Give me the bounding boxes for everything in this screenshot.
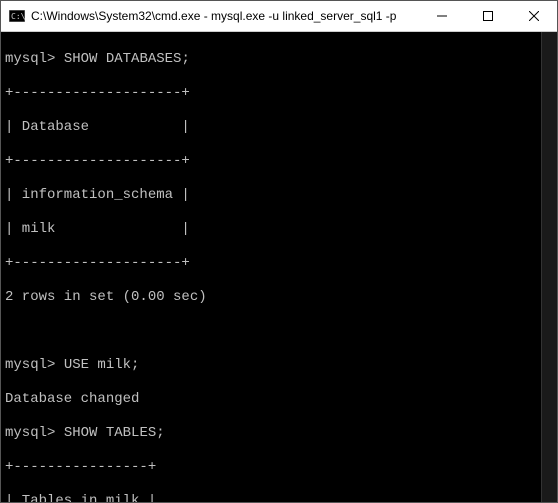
terminal-line: mysql> SHOW DATABASES; [5, 51, 553, 68]
maximize-button[interactable] [465, 1, 511, 31]
terminal-line: +----------------+ [5, 459, 553, 476]
window-controls [419, 1, 557, 31]
cmd-window: C:\ C:\Windows\System32\cmd.exe - mysql.… [0, 0, 558, 503]
titlebar[interactable]: C:\ C:\Windows\System32\cmd.exe - mysql.… [1, 1, 557, 32]
close-button[interactable] [511, 1, 557, 31]
terminal-line [5, 323, 553, 340]
terminal-line: | milk | [5, 221, 553, 238]
window-title: C:\Windows\System32\cmd.exe - mysql.exe … [31, 9, 419, 23]
minimize-button[interactable] [419, 1, 465, 31]
cmd-icon: C:\ [9, 8, 25, 24]
terminal-line: | Tables_in_milk | [5, 493, 553, 502]
terminal-line: | Database | [5, 119, 553, 136]
terminal-line: Database changed [5, 391, 553, 408]
terminal-line: +--------------------+ [5, 85, 553, 102]
terminal-line: +--------------------+ [5, 153, 553, 170]
terminal-line: | information_schema | [5, 187, 553, 204]
terminal-line: +--------------------+ [5, 255, 553, 272]
terminal-line: 2 rows in set (0.00 sec) [5, 289, 553, 306]
scrollbar[interactable] [541, 32, 557, 502]
terminal-line: mysql> USE milk; [5, 357, 553, 374]
terminal-area[interactable]: mysql> SHOW DATABASES; +----------------… [1, 32, 557, 502]
svg-text:C:\: C:\ [11, 12, 25, 21]
terminal-line: mysql> SHOW TABLES; [5, 425, 553, 442]
